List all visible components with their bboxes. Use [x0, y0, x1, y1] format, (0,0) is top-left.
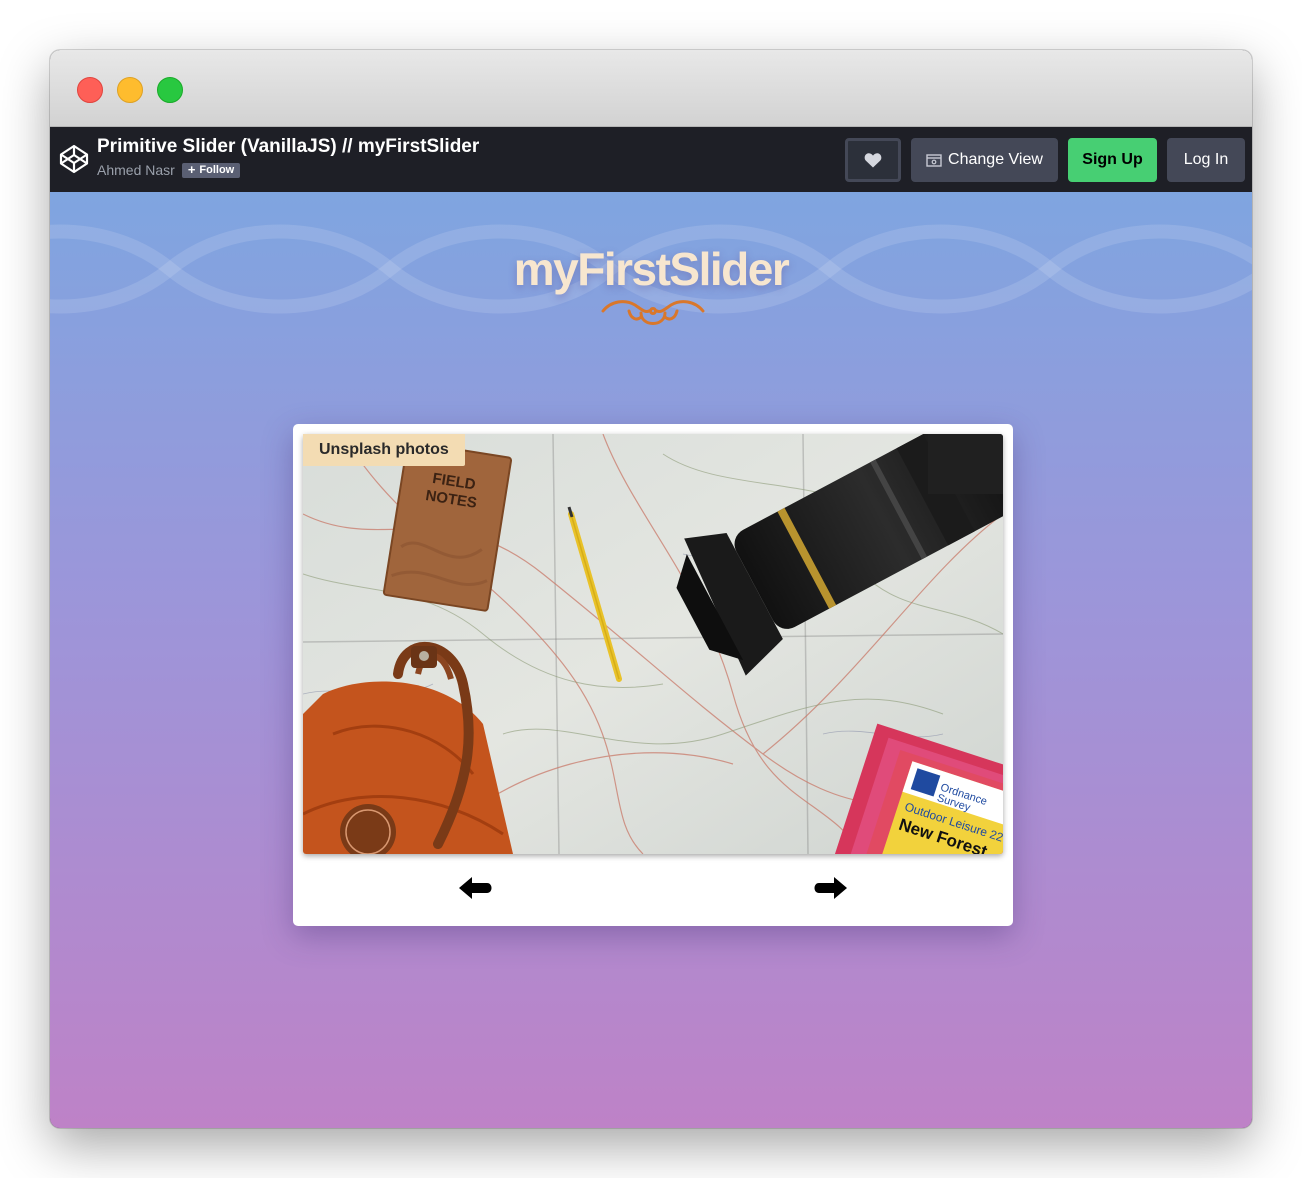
- brand-title: myFirstSlider: [513, 243, 790, 295]
- heart-icon: [864, 153, 882, 168]
- pen-title: Primitive Slider (VanillaJS) // myFirstS…: [97, 136, 480, 157]
- change-view-button[interactable]: Change View: [911, 138, 1058, 182]
- close-window-button[interactable]: [77, 77, 103, 103]
- slide-image: FIELD NOTES Ordnance Survey Outdoor Leis…: [303, 434, 1003, 854]
- heart-button[interactable]: [845, 138, 901, 182]
- follow-button[interactable]: + Follow: [181, 161, 241, 178]
- arrow-left-icon: [459, 877, 492, 899]
- codepen-logo-icon[interactable]: [58, 143, 90, 175]
- slider-card: FIELD NOTES Ordnance Survey Outdoor Leis…: [293, 424, 1013, 926]
- log-in-button[interactable]: Log In: [1167, 138, 1245, 182]
- arrow-right-icon: [814, 877, 847, 899]
- sign-up-button[interactable]: Sign Up: [1068, 138, 1157, 182]
- pen-preview: myFirstSlider FIELD NOTES Ordnance Surve…: [50, 192, 1252, 1128]
- author-link[interactable]: Ahmed Nasr: [97, 162, 175, 178]
- plus-icon: +: [187, 161, 196, 177]
- change-view-label: Change View: [948, 151, 1043, 168]
- browser-window: Primitive Slider (VanillaJS) // myFirstS…: [50, 50, 1252, 1128]
- window-titlebar: [50, 50, 1252, 127]
- author-row: Ahmed Nasr + Follow: [97, 161, 241, 178]
- codepen-header: Primitive Slider (VanillaJS) // myFirstS…: [50, 127, 1252, 192]
- follow-label: Follow: [199, 163, 235, 176]
- mustache-icon: [601, 300, 705, 325]
- layout-icon: [926, 154, 942, 167]
- next-slide-button[interactable]: [811, 876, 849, 900]
- minimize-window-button[interactable]: [117, 77, 143, 103]
- zoom-window-button[interactable]: [157, 77, 183, 103]
- prev-slide-button[interactable]: [457, 876, 495, 900]
- slide-caption: Unsplash photos: [303, 434, 465, 466]
- slide-photo: FIELD NOTES Ordnance Survey Outdoor Leis…: [303, 434, 1003, 854]
